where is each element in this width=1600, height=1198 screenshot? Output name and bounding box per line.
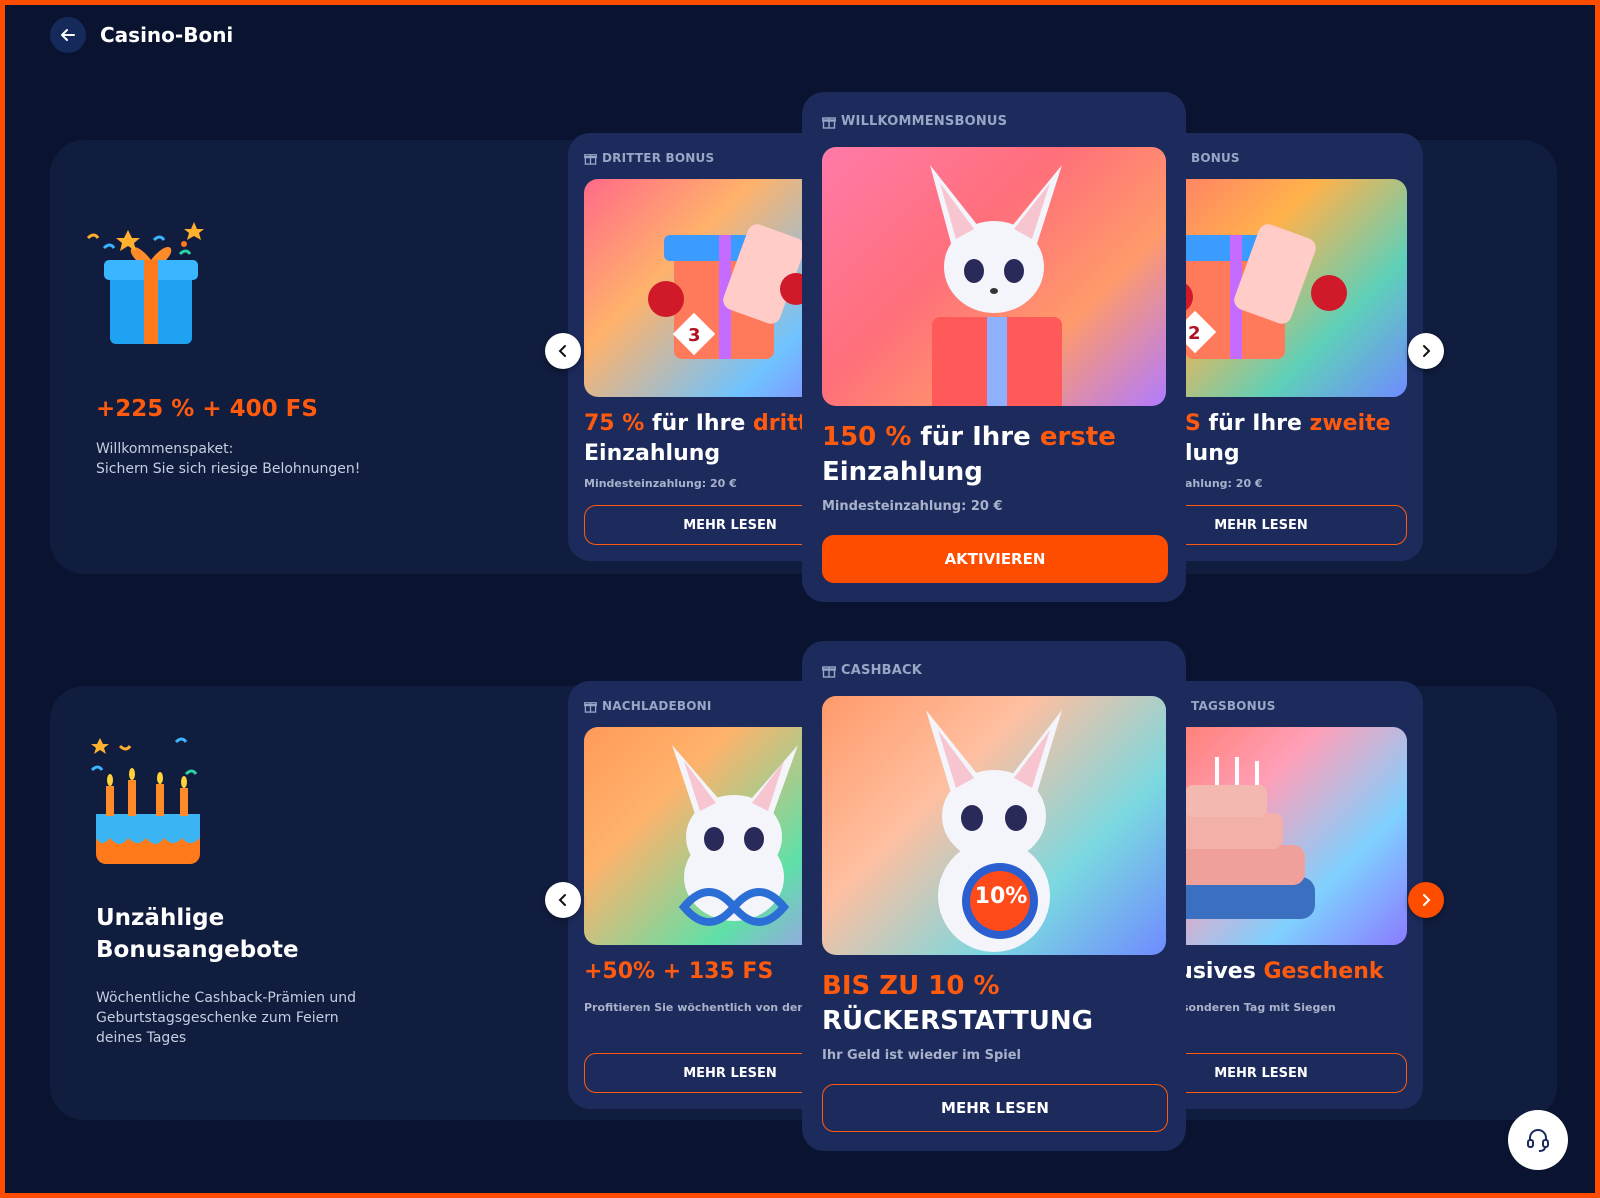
back-button[interactable]	[50, 17, 86, 53]
svg-text:3: 3	[688, 325, 701, 346]
gift-icon	[822, 665, 836, 678]
card-headline: klusives Geschenk	[1155, 957, 1384, 987]
offers-intro: Unzählige Bonusangebote Wöchentliche Cas…	[50, 686, 470, 1120]
card-tag-label: DRITTER BONUS	[602, 151, 715, 165]
card-headline: BIS ZU 10 %	[822, 969, 1000, 1003]
card-tag-label: NACHLADEBONI	[602, 699, 712, 713]
read-more-button[interactable]: MEHR LESEN	[1155, 1053, 1407, 1093]
card-tag: DRITTER BONUS	[584, 151, 714, 165]
card-tag: WILLKOMMENSBONUS	[822, 114, 1007, 129]
support-chat-button[interactable]	[1508, 1110, 1568, 1170]
card-tag-label: BONUS	[1191, 151, 1240, 165]
card-headline-accent-2: zweite	[1309, 411, 1391, 436]
chevron-left-icon	[558, 894, 566, 906]
card-tag: NACHLADEBONI	[584, 699, 712, 713]
gift-slot-illustration: 2	[1161, 224, 1347, 359]
card-headline-accent: +50% + 135 FS	[584, 959, 774, 984]
card-headline-mid: für Ihre	[644, 411, 754, 436]
card-headline: 150 % für Ihre erste	[822, 420, 1116, 454]
card-tag: CASHBACK	[822, 663, 922, 678]
bonus-card-second: BONUS 2 S für Ihre zweite lung ahlung: 2…	[1155, 133, 1423, 561]
card-headline-mid: für Ihre	[911, 422, 1040, 452]
bonus-card-cashback: CASHBACK 10% BIS ZU 10 % RÜCKERSTATTUNG …	[802, 641, 1186, 1151]
card-headline-accent-2: erste	[1039, 422, 1116, 452]
offers-subtitle-2: Geburtstagsgeschenke zum Feiern	[96, 1010, 339, 1026]
fox-cashback-illustration	[926, 710, 1062, 952]
card-headline: 75 % für Ihre dritte	[584, 409, 823, 439]
card-tag-label: CASHBACK	[841, 663, 923, 678]
welcome-headline: +225 % + 400 FS	[96, 396, 318, 422]
cake-illustration	[1155, 757, 1315, 919]
offers-title-1: Unzählige	[96, 905, 225, 931]
header: Casino-Boni	[50, 17, 233, 53]
card-min-deposit: Mindesteinzahlung: 20 €	[584, 477, 737, 490]
page-frame: Casino-Boni +225 % + 400 FS Willkommensp…	[5, 5, 1595, 1193]
welcome-intro: +225 % + 400 FS Willkommenspaket: Sicher…	[50, 140, 470, 574]
gift-icon	[822, 116, 836, 129]
card-description: Profitieren Sie wöchentlich von den Vo	[584, 1001, 825, 1014]
welcome-subtitle-1: Willkommenspaket:	[96, 441, 234, 457]
cake-illustration-icon	[90, 737, 200, 864]
carousel-prev-button[interactable]	[545, 333, 581, 369]
card-image-gift-2: 2	[1155, 179, 1407, 397]
offers-title-2: Bonusangebote	[96, 937, 299, 963]
card-headline: S für Ihre zweite	[1185, 409, 1391, 439]
cashback-badge: 10%	[974, 884, 1028, 909]
card-headline-accent: 75 %	[584, 411, 645, 436]
gift-icon	[584, 153, 597, 165]
card-headline-accent: 150 %	[822, 422, 912, 452]
offers-subtitle-3: deines Tages	[96, 1030, 187, 1046]
card-headline-accent: Geschenk	[1263, 959, 1384, 984]
bonus-card-birthday: TAGSBONUS klusives Geschenk n besonderen…	[1155, 681, 1423, 1109]
gift-icon	[584, 701, 597, 713]
card-headline-line2: RÜCKERSTATTUNG	[822, 1006, 1093, 1036]
welcome-subtitle-2: Sichern Sie sich riesige Belohnungen!	[96, 461, 361, 477]
chevron-right-icon	[1423, 894, 1431, 906]
card-headline: +50% + 135 FS	[584, 957, 773, 987]
card-headline-line2: Einzahlung	[822, 457, 983, 487]
chevron-right-icon	[1423, 345, 1431, 357]
read-more-button[interactable]: MEHR LESEN	[822, 1084, 1168, 1132]
card-headline-line2: lung	[1185, 441, 1240, 466]
card-min-deposit: Mindesteinzahlung: 20 €	[822, 499, 1003, 514]
support-headset-icon	[1527, 1129, 1549, 1152]
svg-text:2: 2	[1188, 323, 1201, 344]
arrow-left-icon	[61, 29, 75, 41]
gift-illustration-icon	[86, 222, 204, 344]
card-description: Ihr Geld ist wieder im Spiel	[822, 1048, 1022, 1063]
card-image-fox-gift	[822, 147, 1166, 406]
card-headline-accent: S	[1185, 411, 1201, 436]
card-tag-label: WILLKOMMENSBONUS	[841, 114, 1008, 129]
carousel-next-button[interactable]	[1408, 333, 1444, 369]
bonus-card-welcome: WILLKOMMENSBONUS 150 % für Ihre erste Ei…	[802, 92, 1186, 602]
read-more-button[interactable]: MEHR LESEN	[1155, 505, 1407, 545]
card-min-deposit: ahlung: 20 €	[1185, 477, 1263, 490]
card-headline-accent: BIS ZU 10 %	[822, 971, 1000, 1001]
card-image-fox-cashback: 10%	[822, 696, 1166, 955]
chevron-left-icon	[558, 345, 566, 357]
fox-gift-illustration	[930, 165, 1062, 406]
activate-button[interactable]: AKTIVIEREN	[822, 535, 1168, 583]
card-headline-mid: für Ihre	[1200, 411, 1310, 436]
offers-subtitle-1: Wöchentliche Cashback-Prämien und	[96, 990, 357, 1006]
carousel-prev-button[interactable]	[545, 882, 581, 918]
card-tag-label: TAGSBONUS	[1191, 699, 1276, 713]
card-image-cake	[1155, 727, 1407, 945]
card-tag: TAGSBONUS	[1191, 699, 1276, 713]
carousel-next-button[interactable]	[1408, 882, 1444, 918]
page-title: Casino-Boni	[100, 23, 234, 47]
card-tag: BONUS	[1191, 151, 1240, 165]
card-headline-line2: Einzahlung	[584, 441, 721, 466]
